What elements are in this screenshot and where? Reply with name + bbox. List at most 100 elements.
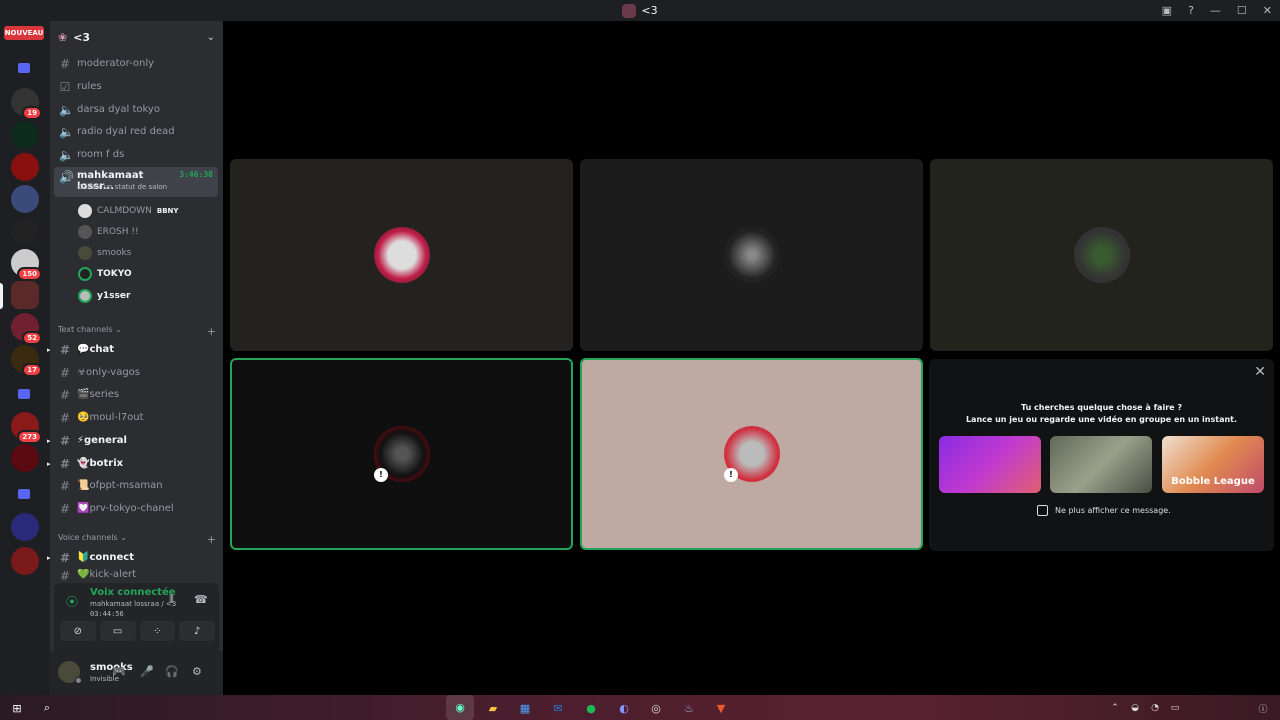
- channel-only-vagos[interactable]: # ☣only-vagos: [54, 362, 218, 383]
- server-header[interactable]: ❀ <3 ⌄: [50, 21, 223, 53]
- participant-tile[interactable]: !: [580, 358, 923, 550]
- hash-icon: #: [59, 365, 71, 380]
- server-icon[interactable]: 19: [11, 88, 42, 120]
- server-icon[interactable]: 52: [11, 313, 42, 345]
- steelseries-icon[interactable]: ◎: [647, 699, 665, 717]
- channel-darsa-dyal-tokyo[interactable]: 🔈 darsa dyal tokyo: [54, 99, 218, 120]
- avatar: [723, 227, 780, 283]
- game-card-bobble-league[interactable]: Bobble League: [1162, 436, 1264, 493]
- voice-user[interactable]: EROSH !!: [78, 222, 139, 242]
- add-channel-icon[interactable]: +: [207, 533, 216, 546]
- steam-icon[interactable]: ♨: [680, 699, 698, 717]
- channel-general[interactable]: ▸ # ⚡general: [47, 430, 218, 451]
- inbox-icon[interactable]: ▣: [1162, 4, 1172, 17]
- noise-suppression-icon[interactable]: ⦀: [169, 593, 174, 607]
- os-taskbar: ⊞ ⌕ ◉ ▰ ▦ ✉ ● ◐ ◎ ♨ ▼ ⌃ ◒ ◔ ▭ ⓘ: [0, 695, 1280, 720]
- server-icon[interactable]: [11, 217, 39, 245]
- category-voice-channels[interactable]: Voice channels ⌄ +: [58, 533, 216, 546]
- maximize-icon[interactable]: ☐: [1237, 4, 1247, 17]
- microphone-icon[interactable]: 🎤: [140, 665, 154, 678]
- signal-icon[interactable]: ⦿: [66, 593, 78, 610]
- discord-icon[interactable]: ◐: [615, 699, 633, 717]
- hash-icon: #: [59, 456, 71, 471]
- start-icon[interactable]: ⊞: [8, 699, 26, 717]
- disconnect-icon[interactable]: ☎: [194, 593, 208, 606]
- server-icon[interactable]: [11, 153, 39, 181]
- store-icon[interactable]: ▦: [516, 699, 534, 717]
- active-voice-channel[interactable]: 🔊 mahkamaat lossr... 3:46:38 Définir un …: [54, 167, 218, 197]
- edge-icon[interactable]: ◉: [446, 695, 474, 720]
- participant-tile[interactable]: !: [230, 358, 573, 550]
- channel-series[interactable]: # 🎬series: [54, 384, 218, 405]
- soundboard-button[interactable]: ♪: [179, 621, 215, 641]
- camera-off-button[interactable]: ⊘: [60, 621, 96, 641]
- folder-icon[interactable]: [18, 389, 30, 399]
- add-channel-icon[interactable]: +: [207, 325, 216, 338]
- screen-share-button[interactable]: ▭: [99, 621, 136, 641]
- channel-status[interactable]: Définir un statut de salon: [78, 183, 167, 191]
- notification-icon[interactable]: ⓘ: [1254, 699, 1272, 717]
- channel-moul-l7out[interactable]: # 🥺moul-l7out: [54, 407, 218, 428]
- server-icon[interactable]: 150: [11, 249, 42, 281]
- minimize-icon[interactable]: —: [1210, 4, 1221, 17]
- muted-icon: !: [374, 468, 388, 482]
- voice-user[interactable]: smooks: [78, 243, 131, 263]
- dont-show-checkbox[interactable]: [1037, 505, 1048, 516]
- folder-icon[interactable]: [18, 489, 30, 499]
- server-icon[interactable]: 273: [11, 412, 42, 444]
- channel-rules[interactable]: ☑ rules: [54, 76, 218, 97]
- activity-title: Tu cherches quelque chose à faire ?: [1020, 403, 1182, 412]
- server-icon[interactable]: 17: [11, 345, 42, 377]
- voice-status[interactable]: Voix connectée: [90, 587, 176, 598]
- tray-icon[interactable]: ⌃: [1106, 699, 1124, 717]
- channel-kick-alert[interactable]: # 💚kick-alert: [54, 569, 218, 581]
- channel-ofppt-msaman[interactable]: # 📜ofppt-msaman: [54, 475, 218, 496]
- search-icon[interactable]: ⌕: [38, 699, 56, 717]
- channel-room-f-ds[interactable]: 🔈 room f ds: [54, 144, 218, 165]
- channel-connect[interactable]: ▸ # 🔰connect: [47, 547, 218, 568]
- network-icon[interactable]: ◒: [1126, 699, 1144, 717]
- outlook-icon[interactable]: ✉: [549, 699, 567, 717]
- title-bar: <3 ▣ ? — ☐ ✕: [0, 0, 1280, 21]
- voice-user[interactable]: CALMDOWN BBNY: [78, 201, 178, 221]
- voice-user[interactable]: TOKYO: [78, 264, 132, 284]
- close-icon[interactable]: ✕: [1263, 4, 1272, 17]
- battery-icon[interactable]: ▭: [1166, 699, 1184, 717]
- game-card-hex[interactable]: [1050, 436, 1152, 493]
- help-icon[interactable]: ?: [1188, 4, 1194, 17]
- server-icon[interactable]: [11, 513, 39, 541]
- channel-radio-dyal-red-dead[interactable]: 🔈 radio dyal red dead: [54, 121, 218, 142]
- dont-show-label[interactable]: Ne plus afficher ce message.: [1055, 506, 1171, 515]
- server-icon[interactable]: [11, 185, 39, 213]
- voice-stage: ! ! ✕ Tu cherches quelque chose à faire …: [223, 21, 1280, 695]
- participant-tile[interactable]: [580, 159, 923, 351]
- server-icon[interactable]: [11, 121, 39, 149]
- chevron-down-icon: ⌄: [206, 31, 215, 43]
- participant-tile[interactable]: [230, 159, 573, 351]
- channel-chat[interactable]: ▸ # 💬chat: [47, 339, 218, 360]
- volume-icon[interactable]: ◔: [1146, 699, 1164, 717]
- voice-location[interactable]: mahkamaat lossraa / <3: [90, 600, 176, 608]
- folder-icon[interactable]: [18, 63, 30, 73]
- voice-user[interactable]: y1sser: [78, 286, 130, 306]
- settings-icon[interactable]: ⚙: [192, 665, 202, 678]
- new-badge[interactable]: NOUVEAU: [4, 26, 44, 40]
- server-icon[interactable]: [11, 444, 39, 472]
- server-icon[interactable]: [11, 281, 39, 309]
- activities-button[interactable]: ⁘: [139, 621, 176, 641]
- close-icon[interactable]: ✕: [1254, 364, 1266, 380]
- channel-botrix[interactable]: ▸ # 👻botrix: [47, 453, 218, 474]
- participant-tile[interactable]: [930, 159, 1273, 351]
- channel-prv-tokyo-chanel[interactable]: # 💟prv-tokyo-chanel: [54, 498, 218, 519]
- channel-moderator-only[interactable]: # moderator-only: [54, 53, 218, 74]
- unread-arrow-icon: ▸: [47, 436, 51, 445]
- file-explorer-icon[interactable]: ▰: [484, 699, 502, 717]
- chevron-down-icon: ⌄: [117, 533, 127, 542]
- headphones-icon[interactable]: 🎧: [165, 665, 179, 678]
- game-card-blocks[interactable]: [939, 436, 1041, 493]
- brave-icon[interactable]: ▼: [712, 699, 730, 717]
- category-text-channels[interactable]: Text channels ⌄ +: [58, 325, 216, 338]
- spotify-icon[interactable]: ●: [582, 699, 600, 717]
- server-icon[interactable]: [11, 547, 39, 575]
- game-controller-icon[interactable]: 🎮: [112, 665, 126, 678]
